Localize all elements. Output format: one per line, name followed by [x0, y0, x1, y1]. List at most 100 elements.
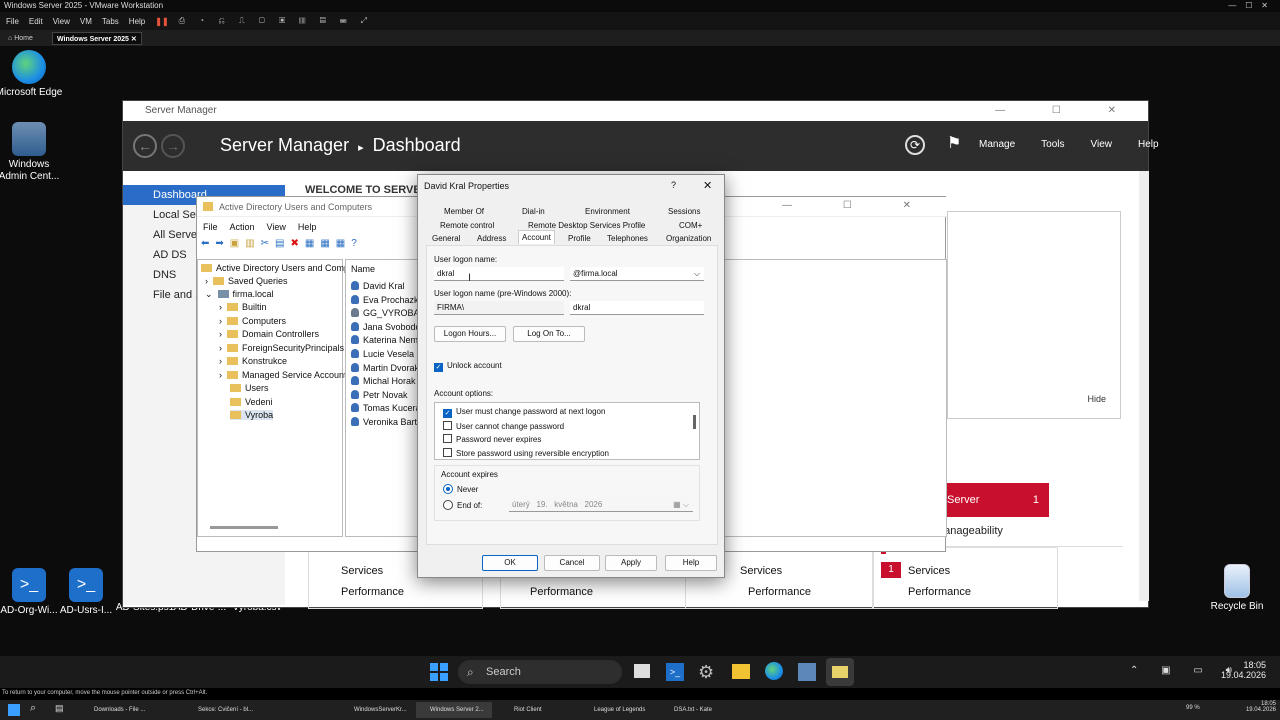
- list-item[interactable]: Jana Svobodova: [351, 321, 418, 335]
- tree-ou-foreign[interactable]: › ForeignSecurityPrincipals: [219, 343, 344, 353]
- host-task-riot-client[interactable]: Riot Client: [500, 702, 572, 718]
- tab-telephones[interactable]: Telephones: [607, 234, 648, 243]
- upn-suffix-select[interactable]: @firma.local ⌵: [570, 267, 704, 281]
- guest-clock[interactable]: 18:05 19.04.2026: [1220, 660, 1266, 680]
- tab-general[interactable]: General: [432, 234, 460, 243]
- tile1-services[interactable]: Services: [341, 565, 383, 577]
- tile1-performance[interactable]: Performance: [341, 586, 404, 598]
- expiry-date-picker[interactable]: úterý 19. května 2026 ▦ ⌵: [509, 498, 693, 512]
- tab-organization[interactable]: Organization: [666, 234, 711, 243]
- list-item[interactable]: Katerina Nemcova: [351, 334, 418, 348]
- tab-sessions[interactable]: Sessions: [668, 207, 700, 216]
- aduc-window-controls[interactable]: — ☐ ✕: [782, 200, 935, 211]
- host-start-icon[interactable]: [8, 704, 20, 716]
- tree-ou-domain-controllers[interactable]: › Domain Controllers: [219, 329, 319, 339]
- end-of-radio[interactable]: End of:: [443, 500, 482, 510]
- aduc-taskbar-icon[interactable]: [826, 658, 854, 686]
- tree-ou-computers[interactable]: › Computers: [219, 316, 286, 326]
- menu-file[interactable]: File: [6, 17, 19, 26]
- taskbar-search[interactable]: ⌕ Search: [458, 660, 622, 684]
- menu-help[interactable]: Help: [1138, 139, 1159, 150]
- list-item[interactable]: Tomas Kucera: [351, 402, 418, 416]
- tab-rds-profile[interactable]: Remote Desktop Services Profile: [528, 221, 645, 230]
- tree-ou-vyroba[interactable]: Vyroba: [230, 410, 274, 420]
- tab-windows-server[interactable]: Windows Server 2025 ✕: [52, 32, 142, 45]
- tree-ou-msa[interactable]: › Managed Service Accounts: [219, 370, 351, 380]
- tab-home[interactable]: ⌂ Home: [4, 32, 37, 45]
- tile3-performance[interactable]: Performance: [748, 586, 811, 598]
- list-item[interactable]: Petr Novak: [351, 389, 418, 403]
- host-task-windows-server[interactable]: Windows Server 2...: [416, 702, 492, 718]
- apply-button[interactable]: Apply: [605, 555, 657, 571]
- log-on-to-button[interactable]: Log On To...: [513, 326, 585, 342]
- back-icon[interactable]: ←: [133, 134, 157, 158]
- tab-environment[interactable]: Environment: [585, 207, 630, 216]
- forward-icon[interactable]: →: [161, 134, 185, 158]
- tile3-services[interactable]: Services: [740, 565, 782, 577]
- tree-ou-konstrukce[interactable]: › Konstrukce: [219, 356, 287, 366]
- menu-view[interactable]: View: [53, 17, 70, 26]
- start-icon[interactable]: [430, 663, 448, 681]
- logon-name-input[interactable]: dkral: [434, 267, 564, 281]
- help-button[interactable]: Help: [665, 555, 717, 571]
- tree-hscrollbar[interactable]: [210, 526, 278, 529]
- host-battery[interactable]: 99 %: [1186, 705, 1200, 711]
- refresh-icon[interactable]: ⟳: [905, 135, 925, 155]
- task-view-icon[interactable]: [634, 664, 650, 678]
- menu-vm[interactable]: VM: [80, 17, 92, 26]
- tree-ou-vedeni[interactable]: Vedeni: [230, 397, 273, 407]
- toolbar-icons[interactable]: ⎙ ◔ ⎌ ⎍ ▢ ▣ ▥ ▤ ⌨ ⤢: [179, 16, 373, 26]
- tab-dial-in[interactable]: Dial-in: [522, 207, 545, 216]
- host-task-sekce[interactable]: Sekce: Cvičení - bl...: [184, 702, 256, 718]
- host-task-downloads[interactable]: Downloads - File ...: [80, 702, 152, 718]
- tree-ou-users[interactable]: Users: [230, 383, 269, 393]
- menu-manage[interactable]: Manage: [979, 139, 1015, 150]
- list-item[interactable]: Veronika Bartova: [351, 416, 418, 430]
- menu-view[interactable]: View: [1091, 139, 1113, 150]
- option-reversible-encryption[interactable]: Store password using reversible encrypti…: [443, 448, 609, 458]
- host-task-kate[interactable]: DSA.txt - Kate: [660, 702, 732, 718]
- aduc-menu-action[interactable]: Action: [230, 222, 255, 232]
- aduc-toolbar[interactable]: ⬅➡▣▥✂▤✖▦▦▦?: [201, 238, 363, 249]
- settings-gear-icon[interactable]: ⚙: [698, 662, 714, 683]
- never-radio[interactable]: Never: [443, 484, 478, 494]
- tab-profile[interactable]: Profile: [568, 234, 591, 243]
- menu-edit[interactable]: Edit: [29, 17, 43, 26]
- tab-member-of[interactable]: Member Of: [444, 207, 484, 216]
- host-search-icon[interactable]: ⌕: [30, 702, 36, 715]
- edge-taskbar-icon[interactable]: [765, 662, 783, 680]
- vmware-window-controls[interactable]: — ☐ ✕: [1228, 0, 1268, 12]
- notifications-flag-icon[interactable]: ⚑: [947, 133, 961, 153]
- dialog-close-icon[interactable]: ✕: [703, 179, 712, 192]
- hide-link[interactable]: Hide: [1087, 394, 1106, 404]
- aduc-menu-view[interactable]: View: [267, 222, 286, 232]
- tile4-services[interactable]: Services: [908, 565, 950, 577]
- pre2000-name-input[interactable]: dkral: [570, 301, 704, 315]
- list-item[interactable]: David Kral: [351, 280, 418, 294]
- pause-icon[interactable]: ❚❚: [155, 17, 168, 26]
- tab-account[interactable]: Account: [518, 230, 555, 244]
- desktop-icon-admin-center[interactable]: Windows Admin Cent...: [0, 122, 64, 183]
- calendar-icon[interactable]: ▦ ⌵: [673, 498, 689, 512]
- tab-remote-control[interactable]: Remote control: [440, 221, 494, 230]
- option-cannot-change-password[interactable]: User cannot change password: [443, 421, 564, 431]
- host-task-view-icon[interactable]: ▤: [55, 703, 64, 714]
- logon-hours-button[interactable]: Logon Hours...: [434, 326, 506, 342]
- list-item[interactable]: GG_VYROBA: [351, 307, 418, 321]
- powershell-icon[interactable]: >_: [666, 663, 684, 681]
- unlock-account-checkbox[interactable]: ✓ Unlock account: [434, 361, 502, 372]
- tab-address[interactable]: Address: [477, 234, 506, 243]
- tab-com-plus[interactable]: COM+: [679, 221, 702, 230]
- option-must-change-password[interactable]: ✓ User must change password at next logon: [443, 407, 605, 418]
- server-manager-taskbar-icon[interactable]: [798, 663, 816, 681]
- menu-tabs[interactable]: Tabs: [102, 17, 119, 26]
- dialog-help-icon[interactable]: ?: [671, 180, 676, 190]
- options-scrollbar[interactable]: [693, 415, 696, 429]
- host-clock[interactable]: 18:05 19.04.2026: [1236, 701, 1276, 713]
- tree-domain[interactable]: ⌄ firma.local: [205, 289, 274, 300]
- option-password-never-expires[interactable]: Password never expires: [443, 434, 541, 444]
- desktop-icon-recycle-bin[interactable]: Recycle Bin: [1202, 564, 1272, 613]
- host-task-windowsserverkr[interactable]: WindowsServerKr...: [340, 702, 412, 718]
- list-item[interactable]: Michal Horak: [351, 375, 418, 389]
- server-tile-header[interactable]: Server 1: [947, 483, 1049, 517]
